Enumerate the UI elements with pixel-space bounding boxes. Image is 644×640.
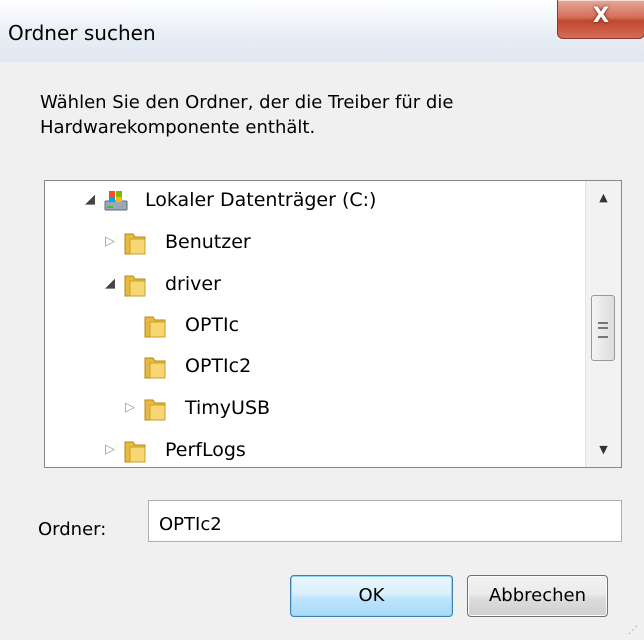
scroll-down-button[interactable]: ▼: [586, 433, 621, 467]
ok-button[interactable]: OK: [290, 575, 453, 617]
close-icon: X: [592, 3, 610, 27]
cancel-button[interactable]: Abbrechen: [467, 575, 608, 617]
folder-icon: [123, 439, 147, 467]
tree-item-benutzer[interactable]: ▷ Benutzer: [45, 225, 585, 261]
folder-input[interactable]: [148, 500, 622, 542]
tree-item-perflogs[interactable]: ▷ PerfLogs: [45, 433, 585, 467]
folder-icon: [143, 314, 167, 344]
collapsed-arrow-icon[interactable]: ▷: [103, 442, 117, 457]
tree-item-label: Benutzer: [165, 231, 251, 253]
expanded-arrow-icon[interactable]: ◢: [83, 192, 97, 207]
tree-item-optic[interactable]: OPTIc: [45, 308, 585, 344]
tree-item-label: Lokaler Datenträger (C:): [145, 189, 377, 211]
tree-item-driver[interactable]: ◢ driver: [45, 267, 585, 303]
tree-item-label: PerfLogs: [165, 439, 246, 461]
folder-icon: [143, 397, 167, 427]
instruction-text: Wählen Sie den Ordner, der die Treiber f…: [40, 92, 454, 138]
tree-item-label: OPTIc: [185, 314, 240, 336]
scroll-thumb[interactable]: [591, 295, 615, 361]
collapsed-arrow-icon[interactable]: ▷: [123, 400, 137, 415]
tree-item-label: OPTIc2: [185, 355, 252, 377]
folder-icon: [123, 231, 147, 261]
close-button[interactable]: X: [557, 0, 644, 39]
drive-icon: [103, 189, 129, 217]
title-bar: Ordner suchen X: [0, 0, 644, 63]
collapsed-arrow-icon[interactable]: ▷: [103, 234, 117, 249]
vertical-scrollbar[interactable]: ▲ ▼: [585, 181, 621, 467]
folder-icon: [143, 355, 167, 385]
tree-item-label: driver: [165, 273, 221, 295]
expanded-arrow-icon[interactable]: ◢: [103, 276, 117, 291]
resize-grip-icon[interactable]: ⋰: [628, 624, 642, 638]
folder-tree[interactable]: ◢ Lokaler Datenträger (C:) ▷ Benutzer ◢: [44, 180, 622, 468]
tree-item-optic2[interactable]: OPTIc2: [45, 349, 585, 385]
tree-item-timyusb[interactable]: ▷ TimyUSB: [45, 391, 585, 427]
tree-item-label: TimyUSB: [185, 397, 271, 419]
scroll-up-button[interactable]: ▲: [586, 181, 621, 215]
tree-item-local-disk[interactable]: ◢ Lokaler Datenträger (C:): [45, 183, 585, 219]
grip-icon: [598, 322, 608, 338]
window-title: Ordner suchen: [8, 21, 156, 45]
folder-icon: [123, 273, 147, 303]
folder-label: Ordner:: [38, 519, 107, 540]
